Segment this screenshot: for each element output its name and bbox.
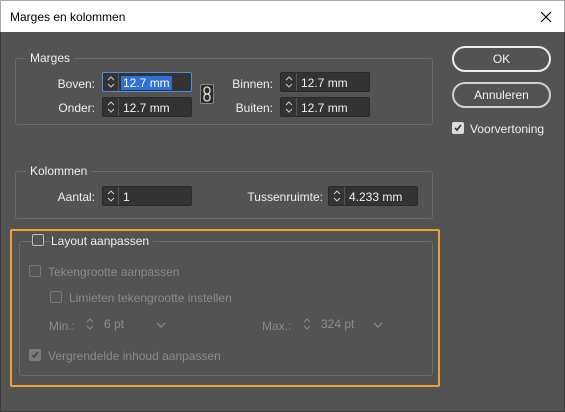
onder-value: 12.7 mm bbox=[123, 101, 170, 115]
max-field[interactable]: 324 pt bbox=[300, 314, 388, 334]
max-value: 324 pt bbox=[321, 317, 355, 331]
chevron-down-icon[interactable] bbox=[373, 319, 383, 329]
limieten-checkbox[interactable] bbox=[50, 291, 62, 303]
boven-field[interactable]: 12.7 mm bbox=[102, 72, 192, 92]
chevron-down-icon[interactable] bbox=[156, 319, 166, 329]
marges-legend: Marges bbox=[26, 51, 75, 65]
spinner-arrows-icon[interactable] bbox=[103, 73, 119, 91]
tekengrootte-checkbox[interactable] bbox=[29, 265, 41, 277]
spinner-arrows-icon[interactable] bbox=[103, 187, 119, 205]
onder-field[interactable]: 12.7 mm bbox=[102, 97, 192, 117]
spinner-arrows-icon[interactable] bbox=[329, 187, 345, 205]
tussenruimte-field[interactable]: 4.233 mm bbox=[328, 186, 418, 206]
link-chain-icon[interactable] bbox=[200, 84, 214, 104]
binnen-label: Binnen: bbox=[232, 77, 273, 91]
spinner-arrows-icon[interactable] bbox=[300, 315, 314, 333]
dialog-body: Marges Boven: 12.7 mm Onder: 12.7 mm Bin… bbox=[0, 32, 565, 412]
limieten-label: Limieten tekengrootte instellen bbox=[69, 291, 232, 305]
buiten-field[interactable]: 12.7 mm bbox=[280, 97, 370, 117]
kolommen-legend: Kolommen bbox=[26, 164, 92, 178]
annuleren-button[interactable]: Annuleren bbox=[452, 82, 551, 108]
vergrendelde-checkbox[interactable] bbox=[29, 349, 41, 361]
spinner-arrows-icon[interactable] bbox=[281, 98, 297, 116]
buiten-value: 12.7 mm bbox=[301, 101, 348, 115]
close-icon[interactable] bbox=[536, 7, 556, 27]
tekengrootte-label: Tekengrootte aanpassen bbox=[48, 265, 180, 279]
onder-label: Onder: bbox=[58, 101, 95, 115]
boven-label: Boven: bbox=[57, 77, 95, 91]
tussenruimte-label: Tussenruimte: bbox=[247, 190, 323, 204]
spinner-arrows-icon[interactable] bbox=[281, 73, 297, 91]
title-bar: Marges en kolommen bbox=[0, 0, 565, 32]
spinner-arrows-icon[interactable] bbox=[103, 98, 119, 116]
buiten-label: Buiten: bbox=[235, 101, 273, 115]
vergrendelde-label: Vergrendelde inhoud aanpassen bbox=[48, 349, 221, 363]
boven-value: 12.7 mm bbox=[121, 76, 172, 90]
aantal-value: 1 bbox=[123, 190, 130, 204]
spinner-arrows-icon[interactable] bbox=[83, 315, 97, 333]
max-label: Max.: bbox=[262, 319, 292, 333]
binnen-value: 12.7 mm bbox=[301, 76, 348, 90]
aantal-field[interactable]: 1 bbox=[102, 186, 192, 206]
min-field[interactable]: 6 pt bbox=[83, 314, 171, 334]
ok-button[interactable]: OK bbox=[452, 46, 551, 72]
min-label: Min.: bbox=[49, 319, 76, 333]
tussenruimte-value: 4.233 mm bbox=[349, 190, 403, 204]
layout-aanpassen-checkbox[interactable] bbox=[32, 234, 44, 246]
voorvertoning-label[interactable]: Voorvertoning bbox=[470, 122, 544, 136]
voorvertoning-checkbox[interactable] bbox=[452, 122, 464, 134]
binnen-field[interactable]: 12.7 mm bbox=[280, 72, 370, 92]
aantal-label: Aantal: bbox=[57, 190, 95, 204]
layout-aanpassen-label[interactable]: Layout aanpassen bbox=[51, 234, 154, 248]
min-value: 6 pt bbox=[104, 317, 125, 331]
window-title: Marges en kolommen bbox=[10, 10, 126, 24]
